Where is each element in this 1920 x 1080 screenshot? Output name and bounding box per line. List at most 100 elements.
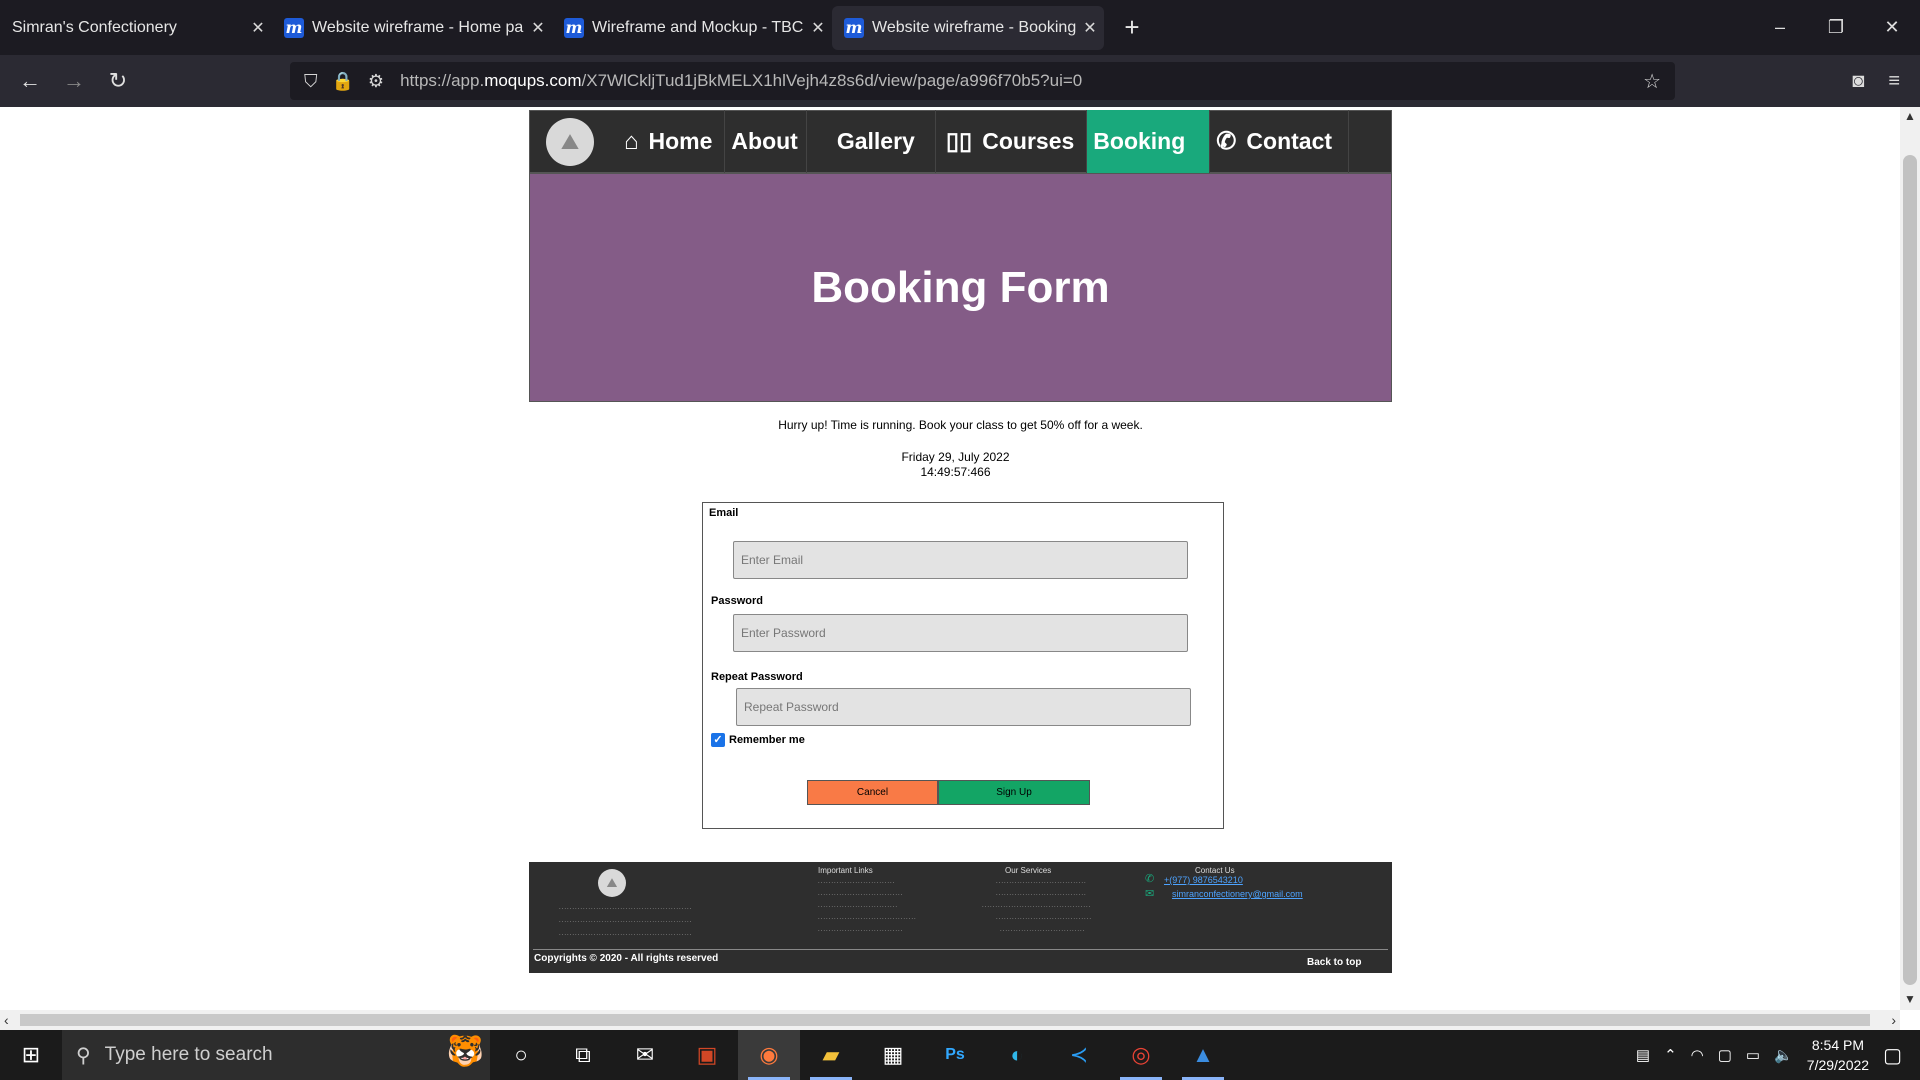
tab-title: Website wireframe - Booking pa xyxy=(872,18,1076,36)
firefox-icon[interactable]: ◉ xyxy=(738,1030,800,1080)
moqups-icon: m xyxy=(564,17,584,38)
file-explorer-icon[interactable]: ▰ xyxy=(800,1030,862,1080)
photoshop-icon[interactable]: Ps xyxy=(924,1030,986,1080)
home-icon: ⌂ xyxy=(624,127,639,155)
nav-gallery-label: Gallery xyxy=(836,128,915,154)
moqups-icon: m xyxy=(284,17,304,38)
nav-gallery[interactable]: Gallery xyxy=(807,110,936,173)
pocket-icon[interactable]: ◙ xyxy=(1852,70,1864,93)
volume-icon[interactable]: 🔈 xyxy=(1774,1046,1793,1064)
phone-icon: ✆ xyxy=(1145,873,1155,885)
vertical-scrollbar[interactable]: ▲ ▼ xyxy=(1900,107,1920,1010)
chrome-icon[interactable]: ◎ xyxy=(1110,1030,1172,1080)
mail-app-icon[interactable]: ✉ xyxy=(614,1030,676,1080)
search-highlight-art-icon: 🐯 xyxy=(446,1035,484,1068)
footer-link-placeholder[interactable]: ................................ xyxy=(818,891,903,897)
scroll-up-icon[interactable]: ▲ xyxy=(1900,109,1920,123)
repeat-password-input[interactable] xyxy=(736,688,1191,726)
close-tab-icon[interactable]: ✕ xyxy=(524,18,552,38)
nav-contact-label: Contact xyxy=(1246,128,1333,154)
tab-wireframe-and-mockup[interactable]: m Wireframe and Mockup - TBC w ✕ xyxy=(552,0,832,55)
permissions-icon[interactable]: ⚙ xyxy=(368,71,384,92)
footer-link-placeholder[interactable]: ................................ xyxy=(818,927,903,933)
nav-contact[interactable]: ✆ Contact xyxy=(1210,110,1350,173)
scroll-right-icon[interactable]: › xyxy=(1891,1010,1896,1030)
cancel-button[interactable]: Cancel xyxy=(807,780,938,805)
address-bar[interactable]: ⛉ 🔒 ⚙ https://app.moqups.com/X7WlCkljTud… xyxy=(290,62,1675,100)
vscode-icon[interactable]: ≺ xyxy=(1048,1030,1110,1080)
url-text[interactable]: https://app.moqups.com/X7WlCkljTud1jBkME… xyxy=(400,71,1082,91)
footer-phone-link[interactable]: +(977) 9876543210 xyxy=(1164,875,1243,885)
footer-service-placeholder[interactable]: .................................... xyxy=(996,915,1092,921)
tab-title: Simran's Confectionery xyxy=(12,18,177,36)
footer-link-placeholder[interactable]: ..................................... xyxy=(818,915,917,921)
nav-home[interactable]: ⌂ Home xyxy=(612,110,726,173)
time-text: 14:49:57:466 xyxy=(920,465,991,479)
copyright-text: Copyrights © 2020 - All rights reserved xyxy=(534,953,719,964)
reload-icon[interactable]: ↻ xyxy=(96,68,140,94)
back-arrow-icon[interactable]: ← xyxy=(8,68,52,94)
taskbar-search-box[interactable]: ⚲ Type here to search 🐯 xyxy=(62,1030,490,1080)
microsoft-store-icon[interactable]: ▦ xyxy=(862,1030,924,1080)
footer-service-placeholder[interactable]: .................................. xyxy=(996,891,1087,897)
nav-courses[interactable]: ▯▯ Courses xyxy=(936,110,1088,173)
tray-overflow-icon[interactable]: ⌃ xyxy=(1664,1046,1677,1064)
photos-icon[interactable]: ▲ xyxy=(1172,1030,1234,1080)
minimize-icon[interactable]: – xyxy=(1752,0,1808,55)
close-tab-icon[interactable]: ✕ xyxy=(1076,18,1104,38)
vertical-scroll-thumb[interactable] xyxy=(1903,155,1917,985)
forward-arrow-icon[interactable]: → xyxy=(52,68,96,94)
edge-icon[interactable]: ◐ xyxy=(986,1030,1048,1080)
nav-booking[interactable]: Booking xyxy=(1087,110,1211,173)
battery-icon[interactable]: ▭ xyxy=(1746,1046,1760,1064)
footer-service-placeholder[interactable]: .................................. xyxy=(996,879,1087,885)
page-title: Booking Form xyxy=(811,262,1110,312)
footer-email-link[interactable]: simranconfectionery@gmail.com xyxy=(1172,889,1303,899)
hero-banner: Booking Form xyxy=(529,173,1392,402)
tab-website-wireframe-home[interactable]: m Website wireframe - Home page ✕ xyxy=(272,0,552,55)
windows-start-icon[interactable]: ⊞ xyxy=(0,1030,62,1080)
moqups-icon: m xyxy=(844,17,864,38)
bookmark-star-icon[interactable]: ☆ xyxy=(1643,69,1661,94)
email-input[interactable] xyxy=(733,541,1188,579)
toolbar-right: ◙ ≡ xyxy=(1852,55,1900,107)
close-tab-icon[interactable]: ✕ xyxy=(244,18,272,38)
news-widget-icon[interactable]: ▤ xyxy=(1636,1046,1650,1064)
new-tab-button[interactable]: + xyxy=(1112,12,1152,43)
nav-about[interactable]: About xyxy=(725,110,807,173)
restore-icon[interactable]: ❐ xyxy=(1808,0,1864,55)
horizontal-scrollbar[interactable]: ‹ › xyxy=(0,1010,1900,1030)
shield-icon[interactable]: ⛉ xyxy=(304,71,318,92)
url-prefix: https://app. xyxy=(400,71,485,90)
tab-website-wireframe-booking[interactable]: m Website wireframe - Booking pa ✕ xyxy=(832,5,1104,50)
wireframe-canvas: ⛰ ⌂ Home About Gallery ▯▯ Courses Bookin… xyxy=(529,110,1392,973)
footer-service-placeholder[interactable]: ................................ xyxy=(1000,927,1085,933)
menu-icon[interactable]: ≡ xyxy=(1888,70,1900,93)
task-view-icon[interactable]: ⧉ xyxy=(552,1030,614,1080)
book-icon: ▯▯ xyxy=(945,128,973,155)
scroll-down-icon[interactable]: ▼ xyxy=(1900,992,1920,1006)
clock-date: 7/29/2022 xyxy=(1806,1057,1870,1073)
windows-taskbar: ⊞ ⚲ Type here to search 🐯 ○ ⧉ ✉ ▣ ◉ ▰ ▦ … xyxy=(0,1030,1920,1080)
footer-link-placeholder[interactable]: .............................. xyxy=(818,903,898,909)
close-window-icon[interactable]: ✕ xyxy=(1864,0,1920,55)
horizontal-scroll-thumb[interactable] xyxy=(20,1014,1870,1026)
powerpoint-icon[interactable]: ▣ xyxy=(676,1030,738,1080)
footer-link-placeholder[interactable]: ............................. xyxy=(818,879,895,885)
close-tab-icon[interactable]: ✕ xyxy=(804,18,832,38)
sign-up-button[interactable]: Sign Up xyxy=(938,780,1090,805)
network-icon[interactable]: ◠ xyxy=(1691,1046,1704,1064)
footer-service-placeholder[interactable]: ........................................… xyxy=(982,903,1091,909)
scroll-left-icon[interactable]: ‹ xyxy=(4,1010,9,1030)
tab-simrans-confectionery[interactable]: Simran's Confectionery ✕ xyxy=(0,0,272,55)
meet-now-icon[interactable]: ▢ xyxy=(1718,1046,1732,1064)
cortana-icon[interactable]: ○ xyxy=(490,1030,552,1080)
back-to-top-link[interactable]: Back to top xyxy=(1307,957,1361,968)
notification-icon[interactable]: ▢ xyxy=(1883,1043,1902,1068)
checkmark-icon[interactable]: ✓ xyxy=(711,733,725,747)
taskbar-clock[interactable]: 8:54 PM 7/29/2022 xyxy=(1807,1035,1869,1075)
password-input[interactable] xyxy=(733,614,1188,652)
browser-tab-strip: Simran's Confectionery ✕ m Website wiref… xyxy=(0,0,1920,55)
lock-icon[interactable]: 🔒 xyxy=(332,71,354,92)
remember-me-checkbox[interactable]: ✓ Remember me xyxy=(711,733,805,747)
